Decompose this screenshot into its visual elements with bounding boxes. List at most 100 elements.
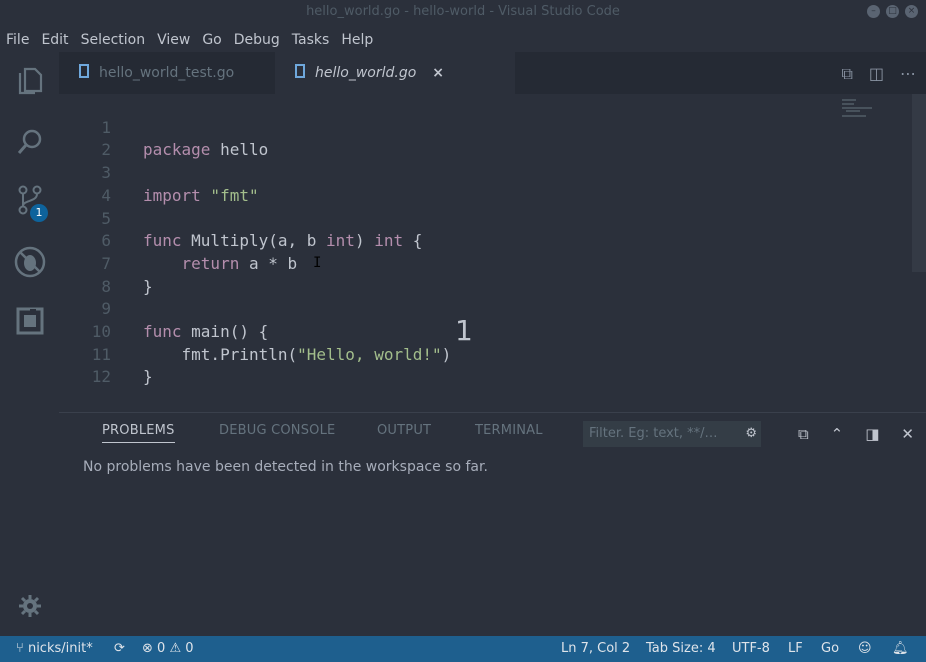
string: "fmt" bbox=[200, 185, 259, 205]
editor-scrollbar[interactable] bbox=[912, 94, 926, 272]
close-panel-icon[interactable]: ✕ bbox=[901, 425, 914, 443]
menu-debug[interactable]: Debug bbox=[228, 28, 286, 52]
filter-placeholder: Filter. Eg: text, **/… bbox=[589, 426, 718, 441]
overlay-step-number: 1 bbox=[455, 314, 473, 347]
error-count: 0 bbox=[157, 641, 166, 656]
tab-output[interactable]: OUTPUT bbox=[377, 423, 431, 438]
menu-bar: File Edit Selection View Go Debug Tasks … bbox=[0, 28, 379, 52]
tab-terminal[interactable]: TERMINAL bbox=[475, 423, 543, 438]
status-bar: ⑂ nicks/init* ⟳ ⊗ 0 ⚠ 0 Ln 7, Col 2 Tab … bbox=[0, 636, 926, 662]
go-file-icon bbox=[295, 64, 305, 82]
filter-settings-icon[interactable]: ⚙ bbox=[745, 421, 757, 447]
scm-badge: 1 bbox=[30, 204, 48, 222]
minimize-button[interactable]: – bbox=[867, 5, 880, 18]
language-mode[interactable]: Go bbox=[821, 636, 839, 662]
text-cursor-icon: I bbox=[313, 255, 322, 271]
keyword: func bbox=[143, 231, 182, 251]
menu-file[interactable]: File bbox=[0, 28, 35, 52]
feedback-smiley-icon[interactable]: ☺ bbox=[858, 636, 872, 662]
code-line: 10 fmt.Println("Hello, world!") bbox=[59, 298, 452, 364]
editor-actions: ⧉ ◫ ⋯ bbox=[841, 64, 916, 84]
identifier: Multiply(a, b bbox=[181, 231, 327, 251]
more-actions-icon[interactable]: ⋯ bbox=[900, 64, 916, 84]
minimap[interactable] bbox=[842, 98, 872, 118]
string: "Hello, world!" bbox=[297, 344, 442, 364]
code-line: 11 } bbox=[59, 321, 153, 387]
open-changes-icon[interactable]: ⧉ bbox=[841, 64, 852, 84]
code-line: 12 bbox=[59, 344, 111, 386]
keyword: import bbox=[143, 185, 201, 205]
type: int bbox=[326, 231, 355, 251]
go-file-icon bbox=[79, 64, 89, 82]
tab-label: hello_world_test.go bbox=[99, 65, 235, 81]
encoding[interactable]: UTF-8 bbox=[732, 636, 770, 662]
tab-hello-world-test[interactable]: hello_world_test.go bbox=[59, 52, 274, 94]
problems-message: No problems have been detected in the wo… bbox=[83, 459, 488, 475]
end-of-line[interactable]: LF bbox=[788, 636, 803, 662]
line-number: 12 bbox=[91, 367, 111, 387]
panel-actions: ⧉ ⌃ ◨ ✕ bbox=[798, 425, 914, 443]
split-editor-icon[interactable]: ◫ bbox=[869, 64, 884, 84]
menu-view[interactable]: View bbox=[151, 28, 196, 52]
close-tab-icon[interactable]: × bbox=[432, 65, 444, 81]
keyword: return bbox=[143, 253, 240, 273]
code-line: 9 func main() { bbox=[59, 276, 268, 341]
identifier: a * b bbox=[239, 253, 298, 273]
window-title: hello_world.go - hello-world - Visual St… bbox=[306, 4, 620, 19]
debug-icon[interactable] bbox=[14, 246, 46, 278]
menu-help[interactable]: Help bbox=[335, 28, 379, 52]
menu-selection[interactable]: Selection bbox=[75, 28, 152, 52]
identifier: main() { bbox=[181, 322, 269, 341]
code-line: 8 bbox=[59, 253, 111, 296]
settings-gear-icon[interactable] bbox=[14, 590, 46, 622]
sync-icon[interactable]: ⟳ bbox=[114, 636, 125, 662]
punct: ) bbox=[441, 344, 452, 364]
editor-tabs: hello_world_test.go hello_world.go × ⧉ ◫… bbox=[59, 52, 926, 94]
brace: } bbox=[143, 367, 153, 387]
tab-problems[interactable]: PROBLEMS bbox=[102, 423, 175, 443]
warning-icon: ⚠ bbox=[169, 641, 182, 656]
tab-debug-console[interactable]: DEBUG CONSOLE bbox=[219, 423, 335, 438]
cursor-position[interactable]: Ln 7, Col 2 bbox=[561, 636, 630, 662]
problems-filter-input[interactable]: Filter. Eg: text, **/… ⚙ bbox=[583, 421, 761, 447]
warning-count: 0 bbox=[185, 641, 194, 656]
branch-name: nicks/init* bbox=[27, 641, 93, 656]
close-window-button[interactable]: × bbox=[905, 5, 918, 18]
branch-status[interactable]: ⑂ nicks/init* bbox=[16, 636, 93, 662]
maximize-button[interactable]: □ bbox=[886, 5, 899, 18]
code-line: 7 } bbox=[59, 230, 152, 296]
code-line: 3 import "fmt" bbox=[59, 139, 258, 205]
code-line: 4 bbox=[59, 162, 111, 205]
notifications-bell-icon[interactable]: 🔔︎ bbox=[892, 636, 909, 662]
search-icon[interactable] bbox=[14, 126, 46, 158]
identifier: fmt.Println( bbox=[143, 344, 298, 364]
code-line: 1 package hello bbox=[59, 94, 268, 160]
activity-bar: 1 bbox=[0, 52, 59, 636]
menu-go[interactable]: Go bbox=[196, 28, 227, 52]
branch-icon: ⑂ bbox=[16, 641, 24, 656]
menu-edit[interactable]: Edit bbox=[35, 28, 74, 52]
toggle-panel-position-icon[interactable]: ◨ bbox=[865, 425, 879, 443]
menu-tasks[interactable]: Tasks bbox=[286, 28, 336, 52]
title-bar: hello_world.go - hello-world - Visual St… bbox=[0, 0, 926, 24]
problems-status[interactable]: ⊗ 0 ⚠ 0 bbox=[142, 636, 194, 662]
extensions-icon[interactable] bbox=[14, 305, 46, 337]
bottom-panel: PROBLEMS DEBUG CONSOLE OUTPUT TERMINAL F… bbox=[59, 412, 926, 637]
identifier: hello bbox=[210, 140, 269, 160]
keyword: func bbox=[143, 322, 182, 341]
window-controls: – □ × bbox=[867, 5, 918, 18]
tab-size[interactable]: Tab Size: 4 bbox=[646, 636, 716, 662]
code-editor[interactable]: 1 package hello 2 3 import "fmt" 4 5 fun… bbox=[59, 94, 926, 412]
type: int bbox=[374, 231, 404, 251]
code-line: 6 return a * b bbox=[59, 208, 297, 273]
code-line: 5 func Multiply(a, b int) int { bbox=[59, 185, 422, 251]
tab-label: hello_world.go bbox=[315, 65, 417, 81]
punct: ) bbox=[354, 231, 375, 251]
maximize-panel-icon[interactable]: ⌃ bbox=[831, 425, 844, 443]
collapse-all-icon[interactable]: ⧉ bbox=[798, 425, 809, 443]
files-icon[interactable] bbox=[14, 65, 46, 97]
brace: { bbox=[403, 231, 423, 251]
error-icon: ⊗ bbox=[142, 641, 153, 656]
code-line: 2 bbox=[59, 117, 111, 159]
tab-hello-world[interactable]: hello_world.go × bbox=[275, 52, 515, 94]
